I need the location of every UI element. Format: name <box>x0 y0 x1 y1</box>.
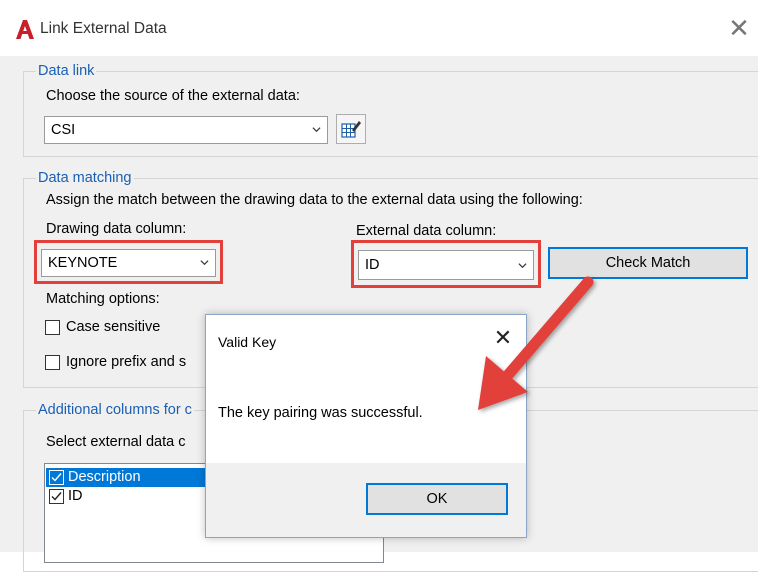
check-match-label: Check Match <box>605 255 691 271</box>
additional-columns-legend: Additional columns for c <box>36 402 194 418</box>
data-link-group <box>23 71 758 157</box>
drawing-data-column-dropdown[interactable]: KEYNOTE <box>41 249 216 277</box>
data-link-manager-button[interactable] <box>336 114 366 144</box>
data-source-value: CSI <box>51 122 76 138</box>
ok-button[interactable]: OK <box>366 483 508 515</box>
chevron-down-icon <box>518 263 527 269</box>
drawing-data-column-label: Drawing data column: <box>46 221 187 237</box>
drawing-data-column-value: KEYNOTE <box>48 255 118 271</box>
matching-instruction: Assign the match between the drawing dat… <box>46 192 583 208</box>
dialog-footer: OK <box>206 463 526 537</box>
annotation-arrow-icon <box>478 276 594 410</box>
checkmark-icon <box>51 473 62 482</box>
autocad-logo-icon <box>16 20 34 39</box>
list-item[interactable]: ID <box>46 487 216 506</box>
case-sensitive-label: Case sensitive <box>66 319 161 335</box>
matching-options-label: Matching options: <box>46 291 160 307</box>
close-icon[interactable]: ✕ <box>724 12 754 44</box>
case-sensitive-checkbox[interactable] <box>45 320 60 335</box>
ignore-prefix-label: Ignore prefix and s <box>66 354 187 370</box>
data-matching-legend: Data matching <box>36 170 134 186</box>
data-source-prompt: Choose the source of the external data: <box>46 88 300 104</box>
link-external-data-window: Link External Data ✕ Data link Choose th… <box>0 0 758 572</box>
ok-label: OK <box>426 491 448 507</box>
additional-columns-prompt: Select external data c <box>46 434 186 450</box>
list-item[interactable]: Description <box>46 468 216 487</box>
external-data-column-label: External data column: <box>356 223 497 239</box>
description-label: Description <box>68 469 141 485</box>
data-source-dropdown[interactable]: CSI <box>44 116 328 144</box>
id-label: ID <box>68 488 83 504</box>
chevron-down-icon <box>200 260 209 266</box>
external-data-column-value: ID <box>365 257 380 273</box>
chevron-down-icon <box>312 127 321 133</box>
window-title: Link External Data <box>40 20 167 37</box>
data-link-manager-icon <box>341 121 361 138</box>
ignore-prefix-checkbox[interactable] <box>45 355 60 370</box>
data-link-legend: Data link <box>36 63 97 79</box>
description-checkbox[interactable] <box>49 470 64 485</box>
checkmark-icon <box>51 492 62 501</box>
id-checkbox[interactable] <box>49 489 64 504</box>
title-bar: Link External Data ✕ <box>0 0 758 56</box>
valid-key-title: Valid Key <box>218 334 277 350</box>
valid-key-message: The key pairing was successful. <box>218 405 423 421</box>
